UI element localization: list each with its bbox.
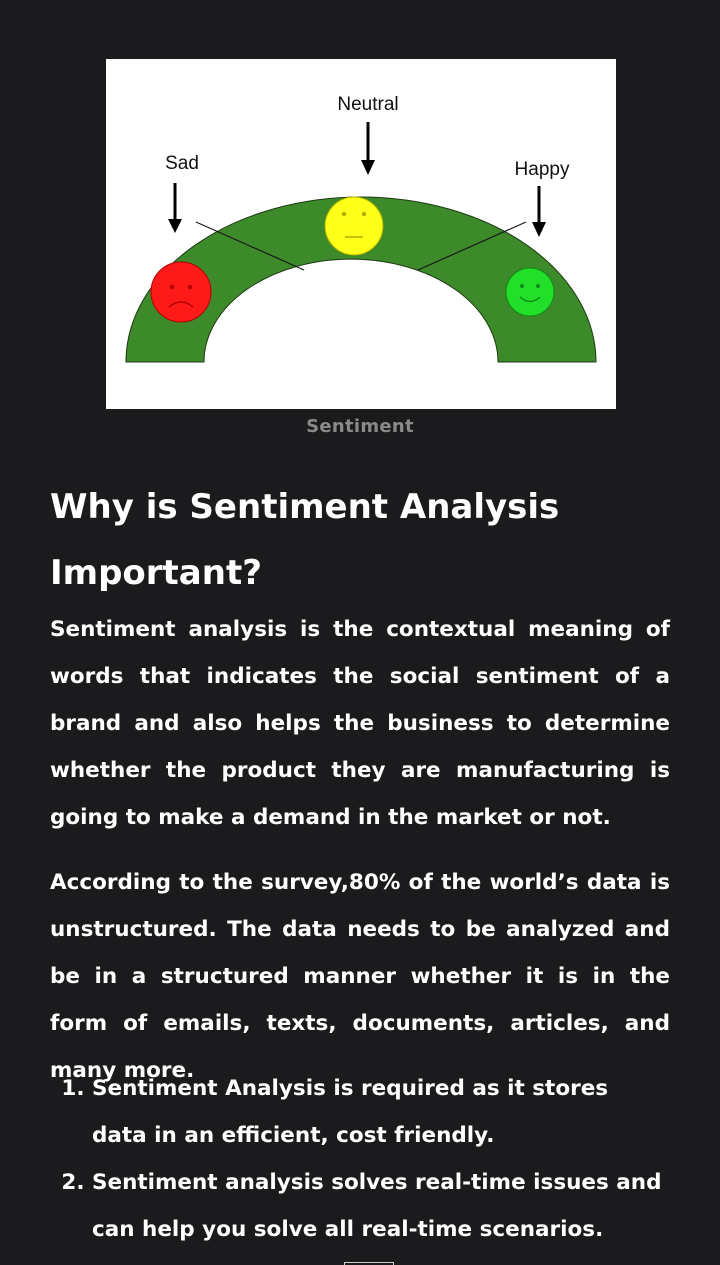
reasons-list: Sentiment Analysis is required as it sto… <box>50 1065 670 1253</box>
section-heading: Why is Sentiment Analysis Important? <box>50 487 560 593</box>
neutral-label: Neutral <box>337 94 398 115</box>
happy-label: Happy <box>515 159 570 180</box>
neutral-arrow-icon <box>361 122 375 175</box>
happy-arrow-icon <box>532 186 546 237</box>
sad-label: Sad <box>165 153 199 174</box>
list-item: Sentiment analysis solves real-time issu… <box>92 1159 670 1253</box>
sad-face-icon <box>150 261 212 323</box>
happy-face-icon <box>505 267 555 317</box>
list-item: Sentiment Analysis is required as it sto… <box>92 1065 670 1159</box>
sentiment-arc-diagram: Sad Neutral Happy <box>125 94 597 363</box>
sentiment-figure: Sad Neutral Happy <box>106 59 616 409</box>
paragraph: Sentiment analysis is the contextual mea… <box>50 617 670 830</box>
paragraph: According to the survey,80% of the world… <box>50 870 670 1083</box>
neutral-face-icon <box>324 196 384 256</box>
sad-arrow-icon <box>168 183 182 233</box>
figure-caption: Sentiment <box>306 416 414 437</box>
